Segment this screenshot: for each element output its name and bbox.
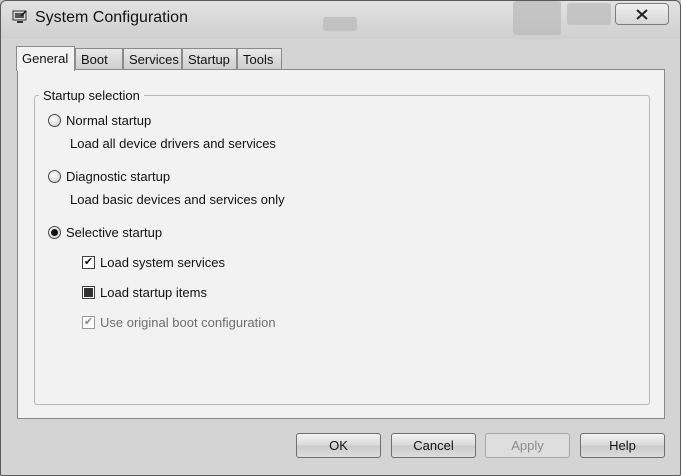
load-system-services-checkbox[interactable]: ✔ Load system services (82, 255, 225, 270)
selective-startup-label: Selective startup (66, 225, 163, 240)
selective-startup-radio[interactable]: Selective startup (48, 225, 162, 240)
normal-startup-radio[interactable]: Normal startup (48, 113, 151, 128)
tab-services[interactable]: Services (123, 48, 182, 70)
load-startup-items-checkbox[interactable]: Load startup items (82, 285, 207, 300)
system-configuration-window: System Configuration General Boot Servic… (0, 0, 681, 476)
tab-tools[interactable]: Tools (237, 48, 282, 70)
disabled-checkmark-icon: ✔ (82, 316, 95, 329)
radio-icon (48, 114, 61, 127)
diagnostic-startup-description: Load basic devices and services only (70, 192, 285, 207)
startup-selection-label: Startup selection (39, 88, 144, 103)
close-icon (636, 8, 648, 20)
load-startup-items-label: Load startup items (100, 285, 207, 300)
general-tab-panel: Startup selection Normal startup Load al… (17, 69, 665, 419)
tab-general[interactable]: General (16, 46, 75, 71)
normal-startup-description: Load all device drivers and services (70, 136, 276, 151)
diagnostic-startup-radio[interactable]: Diagnostic startup (48, 169, 170, 184)
msconfig-icon (12, 10, 27, 23)
ok-button[interactable]: OK (296, 433, 381, 458)
radio-icon (48, 170, 61, 183)
apply-button: Apply (485, 433, 570, 458)
window-title: System Configuration (35, 9, 188, 26)
tab-boot[interactable]: Boot (75, 48, 123, 70)
diagnostic-startup-label: Diagnostic startup (66, 169, 171, 184)
normal-startup-label: Normal startup (66, 113, 152, 128)
help-button[interactable]: Help (580, 433, 665, 458)
use-original-boot-label: Use original boot configuration (100, 315, 276, 330)
checkmark-icon: ✔ (82, 256, 95, 269)
load-system-services-label: Load system services (100, 255, 225, 270)
use-original-boot-checkbox: ✔ Use original boot configuration (82, 315, 276, 330)
radio-selected-icon (48, 226, 61, 239)
indeterminate-checkbox-icon (82, 286, 95, 299)
tab-startup[interactable]: Startup (182, 48, 237, 70)
cancel-button[interactable]: Cancel (391, 433, 476, 458)
close-button[interactable] (615, 3, 669, 25)
title-bar[interactable]: System Configuration (1, 1, 680, 39)
